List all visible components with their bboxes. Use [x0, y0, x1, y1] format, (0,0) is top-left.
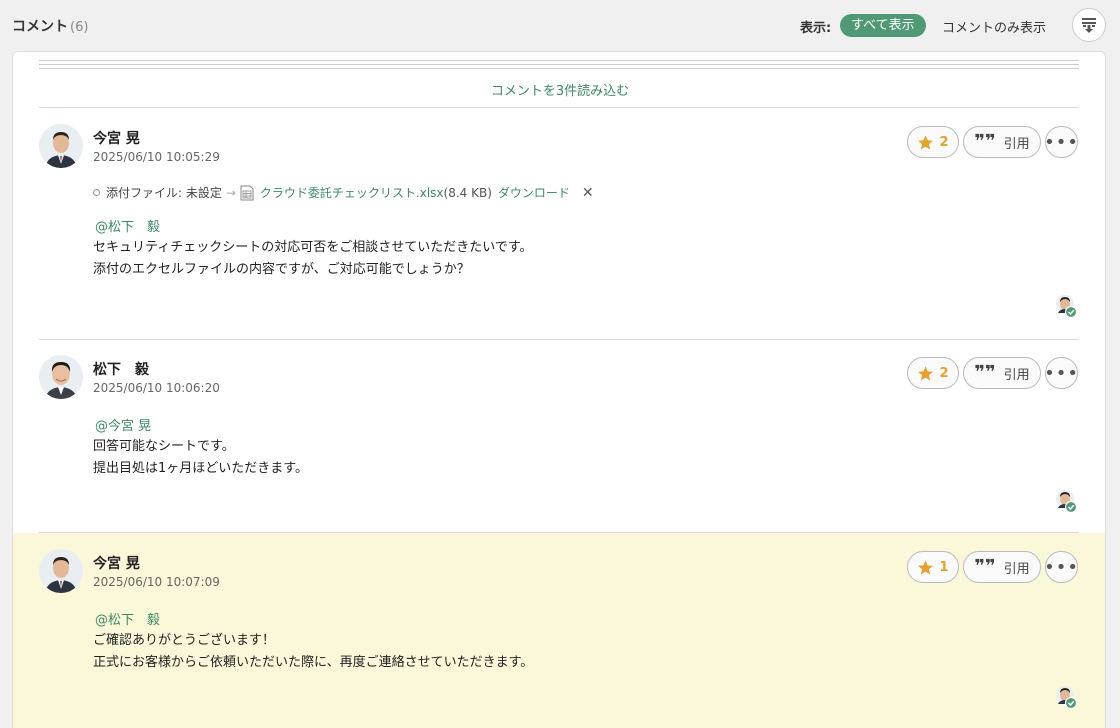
comment-date: 2025/06/10 10:06:20	[93, 381, 220, 395]
star-button[interactable]: 2	[907, 126, 959, 158]
comment-author[interactable]: 今宮 晃	[93, 128, 140, 148]
comment-author[interactable]: 今宮 晃	[93, 553, 140, 573]
filter-all-button[interactable]: すべて表示	[840, 14, 926, 37]
quote-label: 引用	[1003, 136, 1030, 152]
comment-date: 2025/06/10 10:05:29	[93, 150, 220, 164]
read-check-icon	[1056, 295, 1078, 319]
star-icon	[918, 559, 934, 574]
quote-label: 引用	[1003, 561, 1030, 577]
read-receipt-avatar[interactable]	[1055, 685, 1078, 710]
avatar	[39, 355, 83, 399]
avatar	[39, 549, 83, 593]
bullet-icon	[93, 189, 100, 196]
star-icon	[918, 365, 934, 380]
quote-icon: ❞❞	[974, 556, 996, 577]
read-check-icon	[1056, 490, 1078, 514]
quote-icon: ❞❞	[974, 362, 996, 383]
remove-attachment-icon[interactable]: ✕	[582, 185, 594, 201]
more-button[interactable]: •••	[1044, 357, 1079, 389]
comment-actions: 1 ❞❞ 引用 •••	[907, 551, 1078, 583]
comment-item: 今宮 晃 2025/06/10 10:05:29 添付ファイル: 未設定 → ク…	[13, 108, 1105, 339]
sort-icon	[1082, 18, 1096, 33]
quote-button[interactable]: ❞❞ 引用	[963, 126, 1041, 158]
comments-title: コメント (6)	[12, 16, 88, 36]
comment-item: 松下 毅 2025/06/10 10:06:20 @今宮 晃 回答可能なシートで…	[13, 339, 1105, 532]
star-count: 2	[939, 365, 949, 381]
more-button[interactable]: •••	[1044, 551, 1079, 583]
filter-comments-only-button[interactable]: コメントのみ表示	[942, 17, 1046, 36]
sort-button[interactable]	[1072, 8, 1106, 42]
attachment-row: 添付ファイル: 未設定 → クラウド委託チェックリスト.xlsx (8.4 KB…	[93, 184, 594, 201]
mention-link[interactable]: @松下 毅	[95, 216, 160, 235]
mention-link[interactable]: @今宮 晃	[95, 415, 151, 434]
comment-text-line: 提出目処は1ヶ月ほどいただきます。	[93, 461, 308, 476]
more-button[interactable]: •••	[1044, 126, 1079, 158]
comments-panel: コメントを3件読み込む 今宮 晃 2025/06/10 10:05:29 添付フ…	[12, 51, 1106, 728]
comment-author[interactable]: 松下 毅	[93, 359, 149, 379]
quote-button[interactable]: ❞❞ 引用	[963, 357, 1041, 389]
avatar	[39, 124, 83, 168]
view-label: 表示:	[800, 21, 832, 36]
comment-actions: 2 ❞❞ 引用 •••	[907, 126, 1078, 158]
quote-label: 引用	[1003, 367, 1030, 383]
comment-text-line: ご確認ありがとうございます！	[93, 633, 276, 648]
more-icon: •••	[1044, 362, 1079, 384]
stack-divider	[39, 64, 1079, 65]
more-icon: •••	[1044, 556, 1079, 578]
comment-text-line: セキュリティチェックシートの対応可否をご相談させていただきたいです。	[93, 240, 533, 255]
star-count: 1	[939, 559, 949, 575]
comment-text-line: 添付のエクセルファイルの内容ですが、ご対応可能でしょうか？	[93, 262, 470, 277]
star-icon	[918, 134, 934, 149]
comment-date: 2025/06/10 10:07:09	[93, 575, 220, 589]
load-more-comments-link[interactable]: コメントを3件読み込む	[13, 80, 1105, 99]
star-button[interactable]: 2	[907, 357, 959, 389]
read-receipt-avatar[interactable]	[1055, 489, 1078, 514]
star-count: 2	[939, 134, 949, 150]
attachment-file-link[interactable]: クラウド委託チェックリスト.xlsx	[260, 184, 444, 201]
comment-text-line: 正式にお客様からご依頼いただいた際に、再度ご連絡させていただきます。	[93, 655, 534, 670]
comment-item-highlighted: 今宮 晃 2025/06/10 10:07:09 @松下 毅 ご確認ありがとうご…	[13, 533, 1105, 728]
comments-title-text: コメント	[12, 19, 68, 35]
stack-divider	[39, 60, 1079, 61]
attachment-file-size: (8.4 KB)	[443, 185, 492, 200]
stack-divider	[39, 68, 1079, 69]
comment-actions: 2 ❞❞ 引用 •••	[907, 357, 1078, 389]
arrow-icon: →	[225, 185, 236, 200]
quote-icon: ❞❞	[974, 131, 996, 152]
comments-count: (6)	[70, 20, 89, 35]
comment-text-line: 回答可能なシートです。	[93, 439, 235, 454]
comments-header: コメント (6) 表示: すべて表示 コメントのみ表示	[0, 0, 1120, 50]
read-receipt-avatar[interactable]	[1055, 294, 1078, 319]
spreadsheet-file-icon	[240, 185, 254, 200]
quote-button[interactable]: ❞❞ 引用	[963, 551, 1041, 583]
read-check-icon	[1056, 686, 1078, 710]
download-link[interactable]: ダウンロード	[498, 184, 570, 201]
mention-link[interactable]: @松下 毅	[95, 609, 160, 628]
star-button[interactable]: 1	[907, 551, 959, 583]
more-icon: •••	[1044, 131, 1079, 153]
attachment-label: 添付ファイル: 未設定	[106, 186, 222, 200]
